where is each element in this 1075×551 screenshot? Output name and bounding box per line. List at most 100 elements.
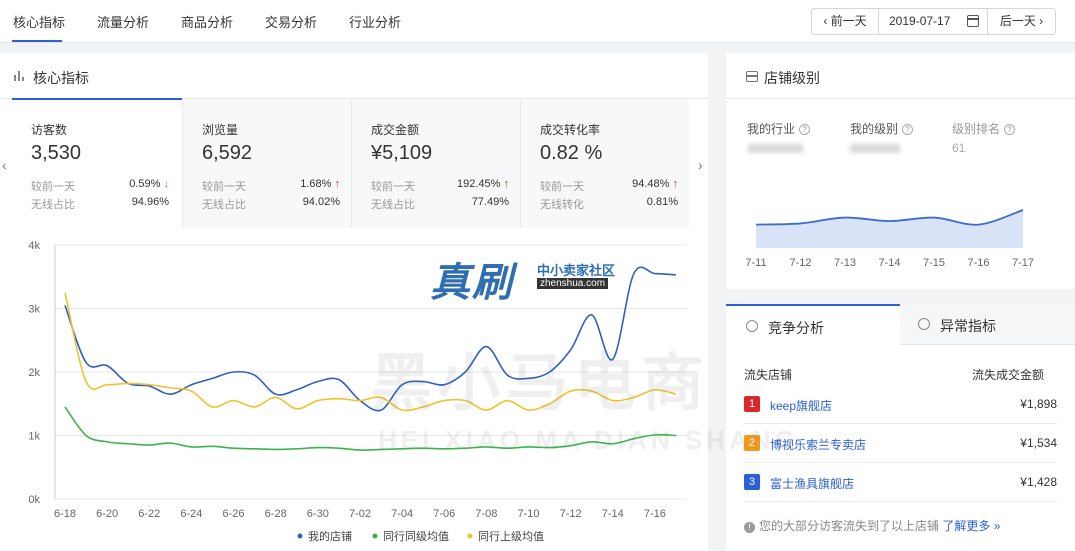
metric-card-pageviews[interactable]: 浏览量 6,592 较前一天 1.68% ↑ 无线占比 94.02% <box>182 100 351 228</box>
x-tick-label: 7-11 <box>745 257 766 269</box>
metric-share-value: 0.81% <box>646 196 678 208</box>
metric-share-value: 94.96% <box>131 196 169 208</box>
series-line-2 <box>64 292 677 412</box>
x-tick-label: 7-15 <box>923 257 945 269</box>
tab-core-metrics[interactable]: 核心指标 <box>13 12 65 31</box>
metric-compare-value: 192.45% <box>457 178 501 190</box>
legend-label: 同行上级均值 <box>478 530 544 543</box>
learn-more-link[interactable]: 了解更多 » <box>942 519 1000 533</box>
tab-anomaly[interactable]: 异常指标 <box>900 304 1075 345</box>
help-icon[interactable]: ? <box>902 124 914 135</box>
level-field: 我的级别? <box>850 120 914 137</box>
date-picker: ‹ 前一天 2019-07-17 后一天 › <box>811 8 1056 35</box>
legend-label: 我的店铺 <box>308 529 352 543</box>
help-icon[interactable]: ? <box>799 124 811 135</box>
x-tick-label: 7-14 <box>602 508 624 520</box>
metrics-next-arrow[interactable]: › <box>698 157 703 173</box>
rank-badge: 3 <box>744 474 760 490</box>
store-icon <box>746 71 758 82</box>
metric-cards: 访客数 3,530 较前一天 0.59% ↓ 无线占比 94.96% 浏览量 6,5… <box>12 100 690 228</box>
x-tick-label: 7-13 <box>834 257 856 269</box>
lost-amount: ¥1,534 <box>1020 436 1057 450</box>
shop-link[interactable]: 富士渔具旗舰店 <box>770 475 854 492</box>
panel-title: 核心指标 <box>33 70 89 86</box>
metrics-prev-arrow[interactable]: ‹ <box>2 157 7 173</box>
level-label: 我的级别 <box>850 122 899 136</box>
next-day-button[interactable]: 后一天 › <box>987 9 1055 34</box>
metric-card-visitors[interactable]: 访客数 3,530 较前一天 0.59% ↓ 无线占比 94.96% <box>12 100 181 228</box>
x-tick-label: 7-10 <box>518 508 540 520</box>
area-fill <box>756 209 1023 248</box>
panel-header: 核心指标 <box>0 53 708 100</box>
shop-level-panel: 店铺级别 我的行业? 我的级别? 级别排名? 61 7-11 7-12 7-13 7-… <box>726 53 1075 289</box>
rank-value: 61 <box>952 141 966 155</box>
rank-field: 级别排名? <box>952 120 1016 137</box>
metric-value: 0.82 % <box>540 142 603 164</box>
tab-competition[interactable]: 竞争分析 <box>726 304 900 345</box>
metric-card-gmv[interactable]: 成交金额 ¥5,109 较前一天 192.45% ↑ 无线占比 77.49% <box>351 100 520 228</box>
core-metrics-panel: 核心指标 ‹ › 访客数 3,530 较前一天 0.59% ↓ 无线占比 94.96… <box>0 53 708 551</box>
metric-compare-value: 94.48% <box>632 178 670 190</box>
legend-marker <box>297 533 303 539</box>
y-tick-label: 3k <box>28 304 40 316</box>
metric-value: 3,530 <box>31 142 82 164</box>
table-row[interactable]: 2 博视乐索兰专卖店 ¥1,534 <box>744 425 1057 463</box>
blurred-level-value <box>850 144 900 153</box>
legend-label: 同行同级均值 <box>383 530 449 543</box>
metric-compare-value: 0.59% <box>129 178 161 190</box>
x-tick-label: 7-12 <box>560 508 582 520</box>
x-tick-label: 7-17 <box>1012 257 1034 269</box>
info-icon: ! <box>744 522 755 533</box>
active-tab-indicator <box>12 40 62 42</box>
shop-link[interactable]: 博视乐索兰专卖店 <box>770 436 866 453</box>
metric-value: 6,592 <box>202 142 253 164</box>
tab-label: 异常指标 <box>940 318 996 334</box>
x-tick-label: 6-24 <box>180 508 202 520</box>
panel-title: 店铺级别 <box>764 70 820 86</box>
arrow-up-icon: ↑ <box>503 178 510 190</box>
column-header-amount: 流失成交金额 <box>971 368 1044 382</box>
metric-compare-label: 较前一天 <box>31 181 75 193</box>
y-tick-label: 0k <box>28 494 40 506</box>
trend-line-chart: 0k 1k 2k 3k 4k 6-18 6-20 6-22 6-24 6-26 6-28 6-30 7-… <box>28 240 686 543</box>
top-nav: 核心指标 流量分析 商品分析 交易分析 行业分析 ‹ 前一天 2019-07-1… <box>0 0 1075 43</box>
x-tick-label: 7-16 <box>644 508 666 520</box>
y-tick-label: 1k <box>28 431 40 443</box>
x-tick-label: 7-14 <box>878 257 900 269</box>
series-line-1 <box>64 406 677 451</box>
competition-panel: 竞争分析 异常指标 流失店铺 流失成交金额 1 keep旗舰店 ¥1,898 2… <box>726 304 1075 551</box>
level-trend-chart: 7-11 7-12 7-13 7-14 7-15 7-16 7-17 <box>745 209 1034 269</box>
x-tick-label: 7-08 <box>475 508 497 520</box>
metric-compare-label: 较前一天 <box>371 181 415 193</box>
clock-icon <box>918 318 930 330</box>
footer-note: ! 您的大部分访客流失到了以上店铺 了解更多 » <box>744 517 1000 534</box>
help-icon[interactable]: ? <box>1004 124 1016 135</box>
tab-products[interactable]: 商品分析 <box>181 12 233 31</box>
prev-day-button[interactable]: ‹ 前一天 <box>812 9 879 34</box>
x-tick-label: 7-16 <box>967 257 989 269</box>
rank-badge: 1 <box>744 396 760 412</box>
table-row[interactable]: 3 富士渔具旗舰店 ¥1,428 <box>744 464 1057 502</box>
shop-link[interactable]: keep旗舰店 <box>770 397 832 414</box>
tab-label: 竞争分析 <box>768 320 824 336</box>
competition-tabs: 竞争分析 异常指标 <box>726 304 1075 345</box>
lost-amount: ¥1,428 <box>1020 475 1057 489</box>
metric-share-label: 无线转化 <box>540 199 584 211</box>
x-tick-label: 6-30 <box>307 508 329 520</box>
tab-industry[interactable]: 行业分析 <box>349 12 401 31</box>
tab-trade[interactable]: 交易分析 <box>265 12 317 31</box>
blurred-industry-value <box>748 144 803 153</box>
lost-amount: ¥1,898 <box>1020 397 1057 411</box>
metric-label: 成交金额 <box>371 123 420 137</box>
column-header-shop: 流失店铺 <box>744 368 793 382</box>
industry-field: 我的行业? <box>747 120 811 137</box>
metric-share-label: 无线占比 <box>202 199 246 211</box>
industry-label: 我的行业 <box>747 122 796 136</box>
tab-traffic[interactable]: 流量分析 <box>97 12 149 31</box>
metric-card-conversion[interactable]: 成交转化率 0.82 % 较前一天 94.48% ↑ 无线转化 0.81% <box>520 100 689 228</box>
calendar-icon[interactable] <box>967 15 979 27</box>
competition-icon <box>746 320 758 332</box>
x-tick-label: 6-26 <box>223 508 245 520</box>
metric-label: 浏览量 <box>202 123 239 137</box>
table-row[interactable]: 1 keep旗舰店 ¥1,898 <box>744 386 1057 424</box>
